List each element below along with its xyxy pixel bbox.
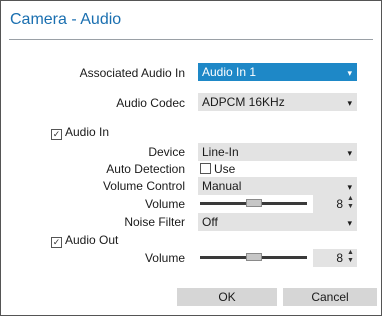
camera-audio-dialog: Camera - Audio Associated Audio In Audio… bbox=[0, 0, 382, 316]
spin-arrows-icon[interactable]: ▲ ▼ bbox=[346, 195, 355, 211]
chevron-down-icon: ▾ bbox=[347, 218, 352, 228]
cancel-button[interactable]: Cancel bbox=[283, 288, 377, 306]
device-label: Device bbox=[148, 145, 185, 159]
device-value: Line-In bbox=[202, 145, 239, 159]
dialog-title: Camera - Audio bbox=[10, 11, 122, 28]
audio-codec-dropdown[interactable]: ADPCM 16KHz ▾ bbox=[198, 93, 357, 111]
audio-out-checkbox-label: Audio Out bbox=[65, 233, 119, 247]
chevron-down-icon: ▾ bbox=[347, 68, 352, 78]
checkmark-icon: ✓ bbox=[51, 237, 62, 248]
ok-button[interactable]: OK bbox=[177, 288, 277, 306]
volume-control-dropdown[interactable]: Manual ▾ bbox=[198, 177, 357, 195]
associated-audio-in-value: Audio In 1 bbox=[202, 65, 257, 79]
checkmark-icon: ✓ bbox=[51, 129, 62, 140]
spin-arrows-icon[interactable]: ▲ ▼ bbox=[346, 249, 355, 265]
associated-audio-in-dropdown[interactable]: Audio In 1 ▾ bbox=[198, 63, 357, 81]
noise-filter-value: Off bbox=[202, 215, 218, 229]
chevron-down-icon: ▾ bbox=[347, 148, 352, 158]
audio-in-checkbox[interactable]: ✓ Audio In bbox=[51, 124, 109, 140]
device-dropdown[interactable]: Line-In ▾ bbox=[198, 143, 357, 161]
noise-filter-dropdown[interactable]: Off ▾ bbox=[198, 213, 357, 231]
audio-codec-label: Audio Codec bbox=[116, 96, 185, 110]
auto-detection-checkbox-label: Use bbox=[214, 162, 236, 176]
audio-out-checkbox[interactable]: ✓ Audio Out bbox=[51, 232, 118, 248]
audio-out-volume-value: 8 bbox=[336, 251, 343, 265]
audio-in-volume-label: Volume bbox=[144, 197, 185, 211]
checkbox-empty-icon bbox=[200, 163, 211, 174]
chevron-down-icon: ▾ bbox=[347, 98, 352, 108]
title-divider bbox=[9, 39, 373, 40]
audio-out-volume-slider-thumb[interactable] bbox=[245, 253, 262, 261]
auto-detection-label: Auto Detection bbox=[106, 162, 185, 176]
audio-codec-value: ADPCM 16KHz bbox=[202, 95, 285, 109]
chevron-down-icon: ▾ bbox=[347, 182, 352, 192]
noise-filter-label: Noise Filter bbox=[124, 215, 185, 229]
volume-control-label: Volume Control bbox=[102, 179, 185, 193]
audio-in-volume-spinbox[interactable]: 8 ▲ ▼ bbox=[313, 195, 357, 213]
audio-in-volume-value: 8 bbox=[336, 197, 343, 211]
auto-detection-checkbox[interactable]: Use bbox=[200, 161, 235, 177]
audio-in-volume-slider-thumb[interactable] bbox=[245, 199, 262, 207]
audio-out-volume-label: Volume bbox=[144, 251, 185, 265]
audio-out-volume-spinbox[interactable]: 8 ▲ ▼ bbox=[313, 249, 357, 267]
associated-audio-in-label: Associated Audio In bbox=[79, 66, 185, 80]
volume-control-value: Manual bbox=[202, 179, 242, 193]
audio-in-checkbox-label: Audio In bbox=[65, 125, 110, 139]
